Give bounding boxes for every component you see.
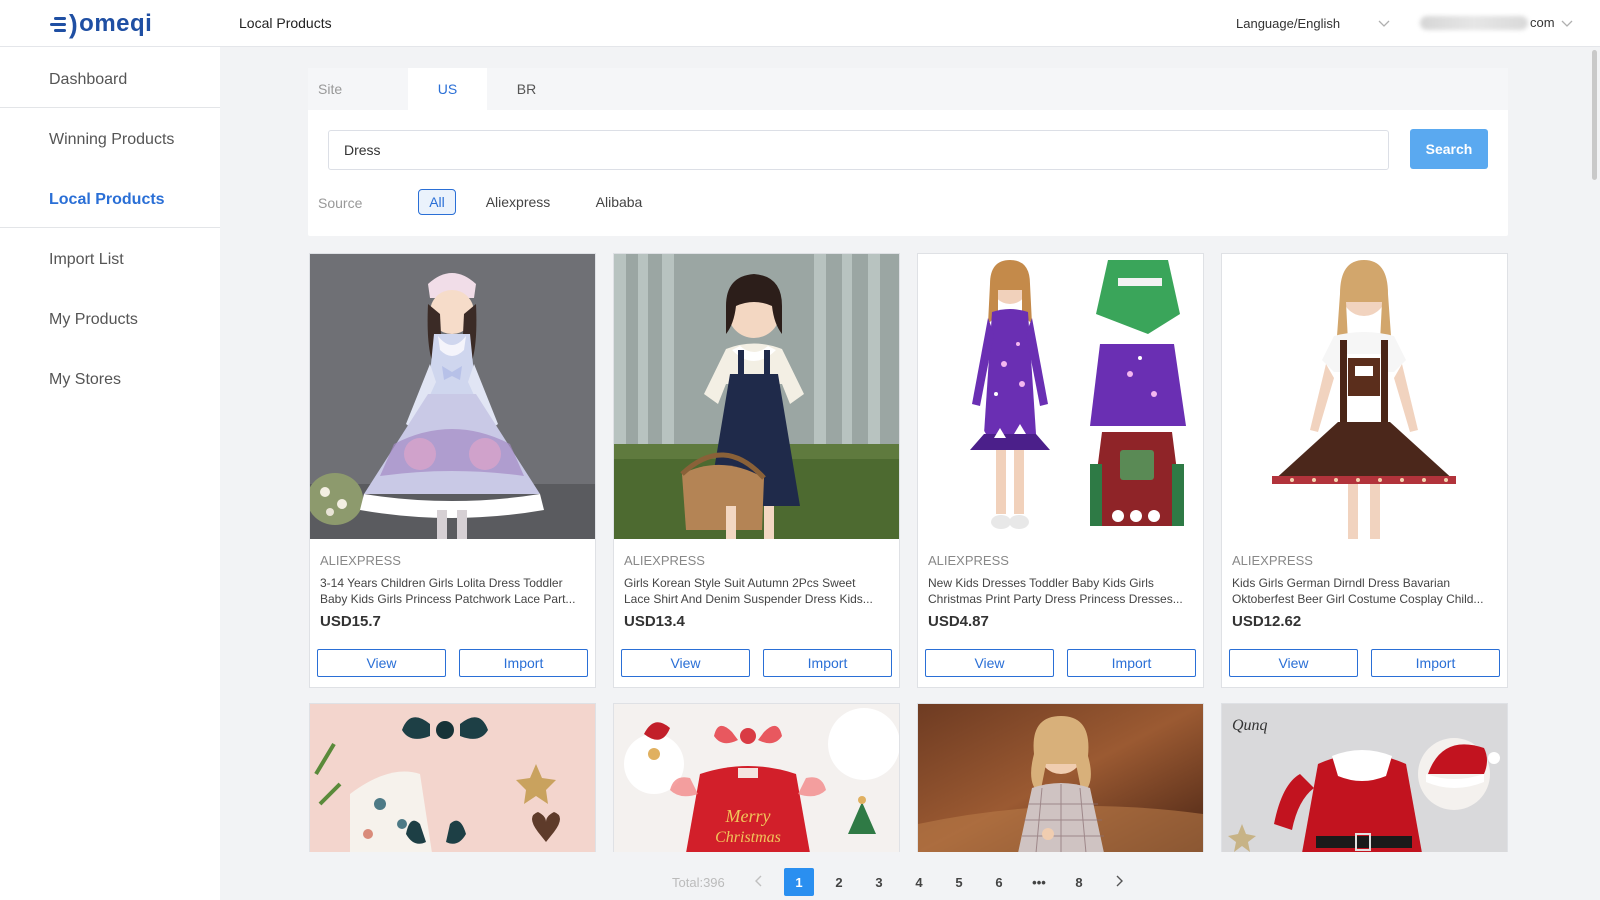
merry-text: Merry (725, 806, 771, 826)
source-label: Source (318, 195, 363, 211)
product-price: USD4.87 (928, 613, 989, 630)
page-button-4[interactable]: 4 (904, 868, 934, 896)
product-source: ALIEXPRESS (320, 553, 401, 568)
sidebar-item-dashboard[interactable]: Dashboard (0, 50, 220, 110)
product-card (917, 703, 1204, 852)
account-email-redacted (1420, 15, 1528, 30)
sidebar-item-import-list[interactable]: Import List (0, 230, 220, 290)
sidebar-item-my-products[interactable]: My Products (0, 290, 220, 350)
product-image[interactable] (1222, 254, 1507, 539)
christmas-text: Christmas (715, 829, 781, 846)
product-card (309, 703, 596, 852)
product-image[interactable] (614, 254, 899, 539)
view-button[interactable]: View (1229, 649, 1358, 677)
brand-watermark: Qunq (1232, 717, 1268, 734)
sidebar-divider (0, 227, 220, 228)
search-input[interactable] (328, 130, 1389, 170)
sidebar-item-my-stores[interactable]: My Stores (0, 350, 220, 410)
product-card: ALIEXPRESS Kids Girls German Dirndl Dres… (1221, 253, 1508, 688)
product-title[interactable]: New Kids Dresses Toddler Baby Kids Girls… (928, 575, 1194, 607)
page-button-3[interactable]: 3 (864, 868, 894, 896)
page-button-2[interactable]: 2 (824, 868, 854, 896)
import-button[interactable]: Import (1067, 649, 1196, 677)
product-source: ALIEXPRESS (928, 553, 1009, 568)
site-label: Site (318, 81, 343, 97)
import-button[interactable]: Import (459, 649, 588, 677)
chevron-down-icon[interactable] (1560, 16, 1574, 30)
page-button-5[interactable]: 5 (944, 868, 974, 896)
logo[interactable]: ) omeqi (50, 9, 152, 39)
product-image[interactable]: Qunq (1222, 704, 1507, 852)
tab-us[interactable]: US (408, 68, 487, 110)
product-image[interactable] (310, 254, 595, 539)
top-bar: ) omeqi Local Products Language/English c… (0, 0, 1600, 47)
product-source: ALIEXPRESS (1232, 553, 1313, 568)
scrollbar[interactable] (1592, 50, 1597, 180)
product-source: ALIEXPRESS (624, 553, 705, 568)
product-title[interactable]: Kids Girls German Dirndl Dress Bavarian … (1232, 575, 1498, 607)
sidebar-divider (0, 107, 220, 108)
product-price: USD12.62 (1232, 613, 1302, 630)
product-title[interactable]: Girls Korean Style Suit Autumn 2Pcs Swee… (624, 575, 890, 607)
product-card: Qunq (1221, 703, 1508, 852)
sidebar: Dashboard Winning Products Local Product… (0, 47, 220, 900)
chevron-right-icon[interactable] (1111, 873, 1127, 889)
sidebar-item-winning-products[interactable]: Winning Products (0, 110, 220, 170)
page-button-1[interactable]: 1 (784, 868, 814, 896)
chevron-left-icon[interactable] (751, 873, 767, 889)
page-title: Local Products (239, 15, 332, 31)
product-image[interactable] (310, 704, 595, 852)
product-image[interactable] (918, 254, 1203, 539)
page-ellipsis[interactable]: ••• (1024, 868, 1054, 896)
view-button[interactable]: View (621, 649, 750, 677)
product-title[interactable]: 3-14 Years Children Girls Lolita Dress T… (320, 575, 586, 607)
import-button[interactable]: Import (763, 649, 892, 677)
tab-br[interactable]: BR (487, 68, 566, 110)
view-button[interactable]: View (317, 649, 446, 677)
language-selector[interactable]: Language/English (1236, 16, 1340, 31)
product-price: USD13.4 (624, 613, 685, 630)
account-email-suffix: com (1530, 15, 1555, 30)
page-button-6[interactable]: 6 (984, 868, 1014, 896)
source-filter-aliexpress[interactable]: Aliexpress (478, 189, 558, 215)
product-price: USD15.7 (320, 613, 381, 630)
chevron-down-icon[interactable] (1377, 16, 1391, 30)
product-image[interactable]: Merry Christmas (614, 704, 899, 852)
product-card: Merry Christmas (613, 703, 900, 852)
filter-panel: Site US BR Search Source All Aliexpress … (308, 68, 1508, 236)
site-tabs: Site US BR (308, 68, 1508, 110)
sidebar-item-local-products[interactable]: Local Products (0, 170, 220, 230)
product-card: ALIEXPRESS 3-14 Years Children Girls Lol… (309, 253, 596, 688)
search-button[interactable]: Search (1410, 129, 1488, 169)
source-filter-all[interactable]: All (418, 189, 456, 215)
logo-text: omeqi (79, 10, 153, 37)
product-image[interactable] (918, 704, 1203, 852)
logo-mark-icon (50, 16, 66, 32)
view-button[interactable]: View (925, 649, 1054, 677)
pagination: Total:396 1 2 3 4 5 6 ••• 8 (0, 868, 1600, 896)
import-button[interactable]: Import (1371, 649, 1500, 677)
source-filter-alibaba[interactable]: Alibaba (593, 189, 645, 215)
account-menu[interactable]: com (1420, 15, 1555, 30)
pagination-total: Total:396 (672, 875, 725, 890)
product-card: ALIEXPRESS Girls Korean Style Suit Autum… (613, 253, 900, 688)
page-button-8[interactable]: 8 (1064, 868, 1094, 896)
product-card: ALIEXPRESS New Kids Dresses Toddler Baby… (917, 253, 1204, 688)
